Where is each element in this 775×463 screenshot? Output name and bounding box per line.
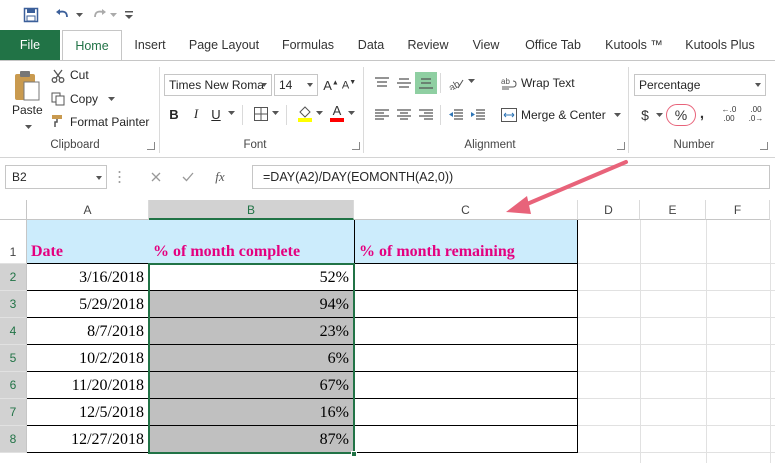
annotation-arrow: [506, 160, 628, 214]
